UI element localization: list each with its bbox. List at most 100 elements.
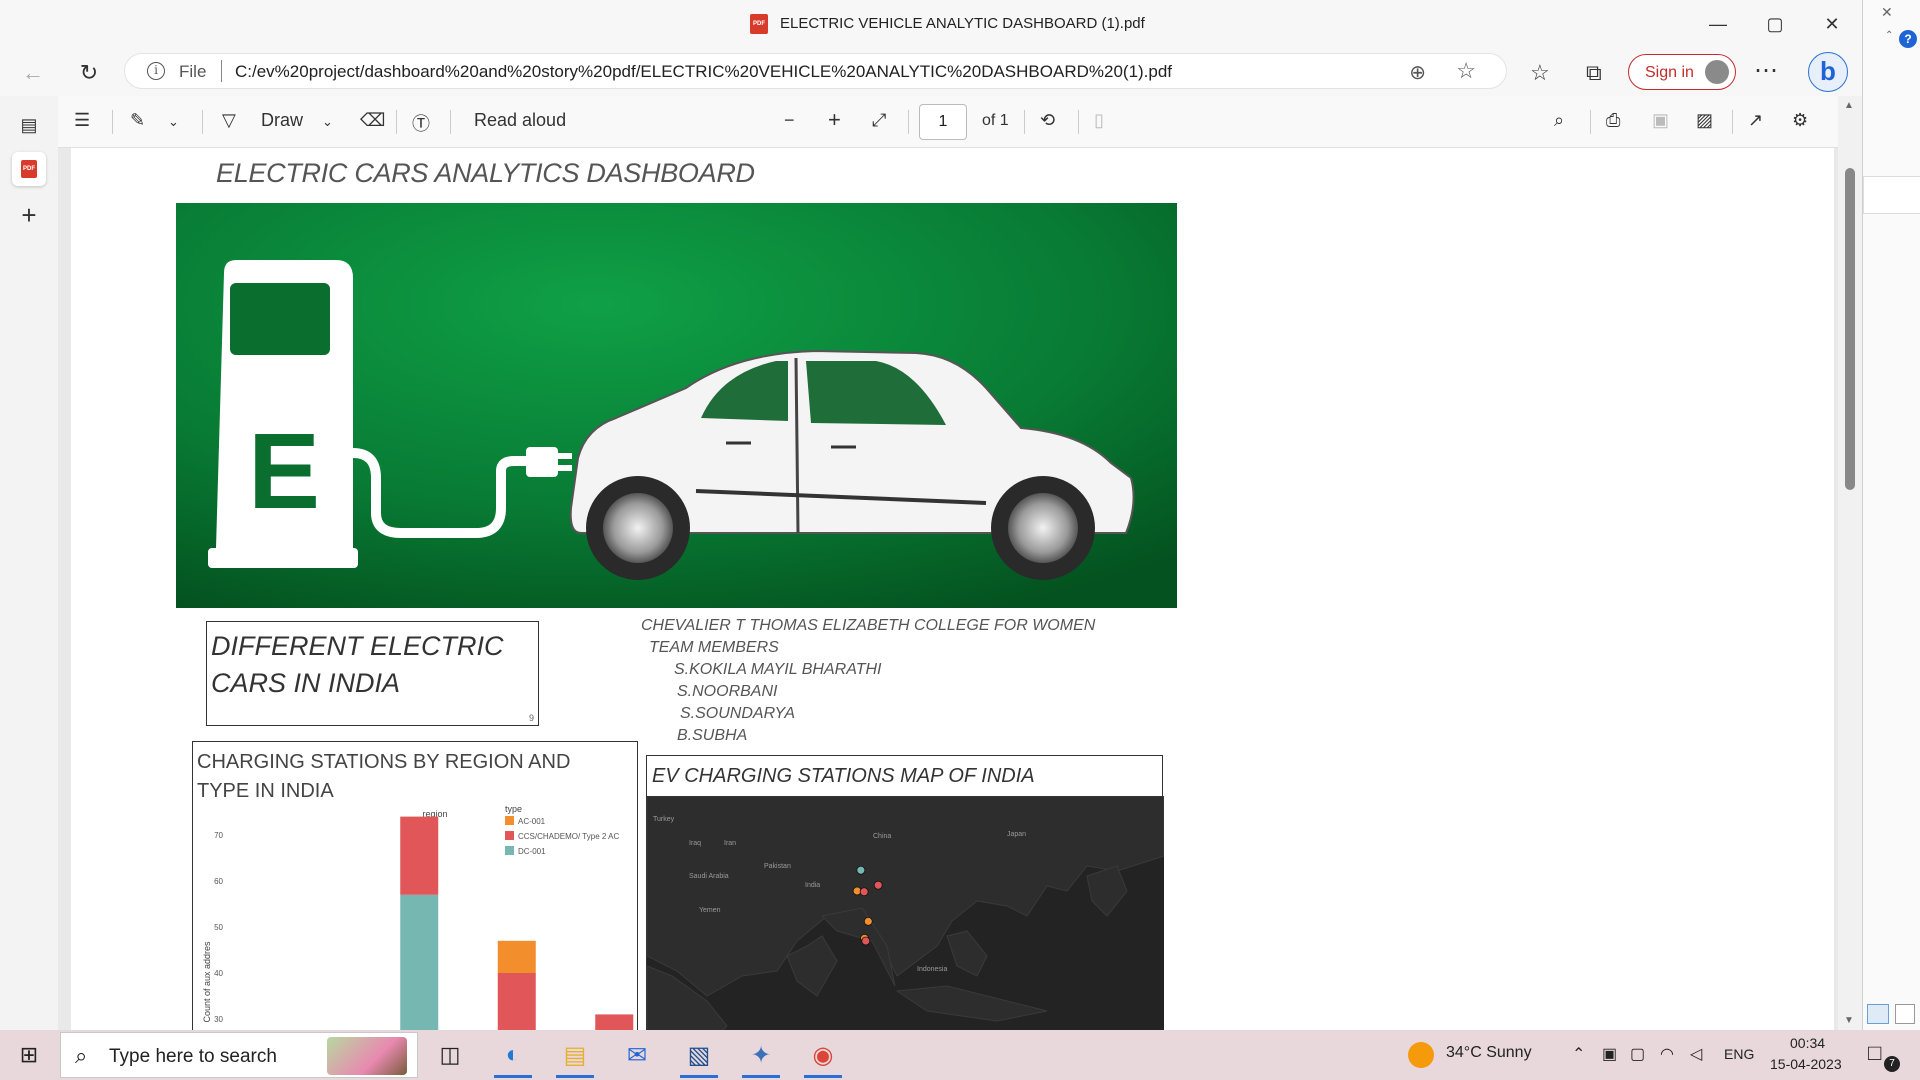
show-hidden-icons-icon[interactable]: ⌃	[1572, 1044, 1585, 1064]
minimize-button[interactable]: —	[1703, 10, 1733, 38]
charging-map-panel: EV CHARGING STATIONS MAP OF INDIA Turkey…	[646, 755, 1164, 1030]
page-number-input[interactable]: 1	[919, 104, 967, 140]
pdf-file-icon: PDF	[750, 14, 768, 34]
settings-gear-icon[interactable]: ⚙	[1792, 110, 1808, 131]
clock-date[interactable]: 15-04-2023	[1770, 1056, 1842, 1072]
scrollbar-thumb[interactable]	[1845, 168, 1855, 490]
sign-in-button[interactable]: Sign in	[1628, 54, 1736, 90]
favorites-icon[interactable]: ☆	[1530, 60, 1550, 86]
taskbar-search-box[interactable]: ⌕ Type here to search	[60, 1032, 418, 1078]
legend-label: CCS/CHADEMO/ Type 2 AC	[518, 832, 619, 841]
side-panel-box	[1863, 176, 1920, 214]
team-members-label: TEAM MEMBERS	[649, 639, 779, 656]
legend-swatch	[505, 831, 514, 840]
chart-bars	[400, 816, 634, 1030]
map-label: China	[873, 833, 891, 840]
page-view-icon[interactable]: ▯	[1094, 110, 1104, 131]
draw-chevron-down-icon[interactable]: ⌄	[322, 114, 333, 130]
chart-bar-segment	[497, 973, 536, 1030]
maximize-button[interactable]: ▢	[1760, 10, 1790, 38]
help-icon[interactable]: ?	[1899, 30, 1917, 48]
chevron-up-icon[interactable]: ⌃	[1885, 30, 1893, 41]
more-options-icon[interactable]: ⋯	[1754, 56, 1778, 85]
toolbar-divider	[112, 110, 113, 134]
legend-swatch	[505, 846, 514, 855]
rotate-icon[interactable]: ⟲	[1040, 110, 1055, 131]
map-label: Iraq	[689, 840, 701, 847]
scroll-down-icon[interactable]: ▼	[1844, 1015, 1854, 1026]
file-explorer-icon[interactable]: ▤	[552, 1035, 598, 1078]
text-box-icon[interactable]: Ⓣ	[412, 110, 430, 136]
map-label: Yemen	[699, 907, 721, 914]
charging-stations-map[interactable]: Turkey Iraq Iran China Japan Pakistan Sa…	[647, 796, 1164, 1030]
document-viewport[interactable]: ELECTRIC CARS ANALYTICS DASHBOARD E DIFF…	[58, 148, 1838, 1030]
search-highlight-image	[327, 1037, 407, 1075]
task-view-icon[interactable]: ◫	[427, 1035, 473, 1075]
url-text[interactable]: C:/ev%20project/dashboard%20and%20story%…	[235, 62, 1172, 82]
vertical-tabs-sidebar: ▤ PDF +	[0, 96, 58, 1030]
display-icon[interactable]: ▢	[1630, 1044, 1645, 1064]
charging-station-marker	[856, 865, 866, 875]
meet-now-icon[interactable]: ▣	[1602, 1044, 1617, 1064]
notifications-icon[interactable]: □	[1868, 1040, 1881, 1066]
tableau-icon[interactable]: ✦	[738, 1035, 784, 1078]
toolbar-divider	[1732, 110, 1733, 134]
fit-page-icon[interactable]: ⤢	[872, 110, 886, 131]
eraser-icon[interactable]: ⌫	[360, 110, 385, 131]
team-member: S.SOUNDARYA	[680, 705, 795, 722]
new-tab-icon[interactable]: +	[12, 198, 46, 232]
wifi-icon[interactable]: ◠	[1660, 1044, 1674, 1064]
edge-browser-icon[interactable]: ◐	[490, 1035, 536, 1078]
save-icon[interactable]: ▣	[1652, 110, 1669, 131]
language-indicator[interactable]: ENG	[1724, 1046, 1754, 1062]
chart-bar-segment	[400, 816, 439, 895]
refresh-icon[interactable]: ↻	[72, 56, 106, 90]
highlight-chevron-down-icon[interactable]: ⌄	[168, 114, 179, 130]
zoom-icon[interactable]: ⊕	[1409, 60, 1426, 85]
charging-station-marker	[863, 916, 873, 926]
address-divider	[221, 60, 222, 82]
chrome-icon[interactable]: ◉	[800, 1035, 846, 1078]
info-icon[interactable]: i	[147, 62, 165, 80]
view-toggle-icon[interactable]	[1867, 1004, 1889, 1024]
tableau-public-icon[interactable]: ▧	[676, 1035, 722, 1078]
highlight-icon[interactable]: ✎	[130, 110, 145, 131]
search-icon[interactable]: ⌕	[1554, 110, 1564, 131]
scroll-up-icon[interactable]: ▲	[1844, 100, 1854, 111]
background-window-edge: ✕ ⌃ ?	[1862, 0, 1920, 1030]
bing-chat-icon[interactable]: b	[1808, 52, 1848, 92]
mail-icon[interactable]: ✉	[614, 1035, 660, 1075]
windows-taskbar: ⊞ ⌕ Type here to search ◫ ◐ ▤ ✉ ▧ ✦ ◉ 34…	[0, 1030, 1920, 1080]
charging-map-title: EV CHARGING STATIONS MAP OF INDIA	[652, 765, 1035, 787]
volume-icon[interactable]: ◁	[1690, 1044, 1702, 1064]
charging-station-marker	[861, 936, 871, 946]
zoom-out-icon[interactable]: −	[784, 110, 795, 131]
add-favorite-icon[interactable]: ☆	[1456, 58, 1476, 84]
address-bar[interactable]: i File C:/ev%20project/dashboard%20and%2…	[124, 53, 1507, 89]
vertical-scrollbar[interactable]: ▲ ▼	[1838, 96, 1862, 1030]
y-tick-label: 40	[214, 969, 223, 978]
close-icon[interactable]: ✕	[1881, 4, 1893, 21]
windows-start-icon[interactable]: ⊞	[6, 1035, 52, 1075]
clock-time[interactable]: 00:34	[1790, 1035, 1825, 1051]
map-label: Indonesia	[917, 966, 947, 973]
view-toggle-icon[interactable]	[1895, 1004, 1915, 1024]
contents-icon[interactable]: ☰	[74, 110, 90, 131]
weather-text[interactable]: 34°C Sunny	[1446, 1044, 1532, 1062]
back-arrow-icon[interactable]: ←	[16, 56, 50, 90]
save-as-icon[interactable]: ▨	[1696, 110, 1713, 131]
print-icon[interactable]: ⎙	[1606, 110, 1620, 131]
pdf-tab[interactable]: PDF	[12, 152, 46, 186]
tab-actions-icon[interactable]: ▤	[12, 108, 46, 142]
read-aloud-button[interactable]: Read aloud	[474, 110, 566, 131]
zoom-in-icon[interactable]: +	[828, 107, 841, 133]
draw-icon[interactable]: ▽	[222, 110, 236, 131]
weather-sun-icon[interactable]	[1408, 1042, 1434, 1068]
chart-bar-segment	[497, 940, 536, 973]
collections-icon[interactable]: ⧉	[1586, 60, 1602, 86]
fullscreen-icon[interactable]: ↗	[1748, 110, 1763, 131]
team-member: B.SUBHA	[677, 727, 748, 744]
close-button[interactable]: ✕	[1817, 10, 1847, 38]
draw-button[interactable]: Draw	[261, 110, 303, 131]
dashboard-title: ELECTRIC CARS ANALYTICS DASHBOARD	[216, 158, 755, 188]
